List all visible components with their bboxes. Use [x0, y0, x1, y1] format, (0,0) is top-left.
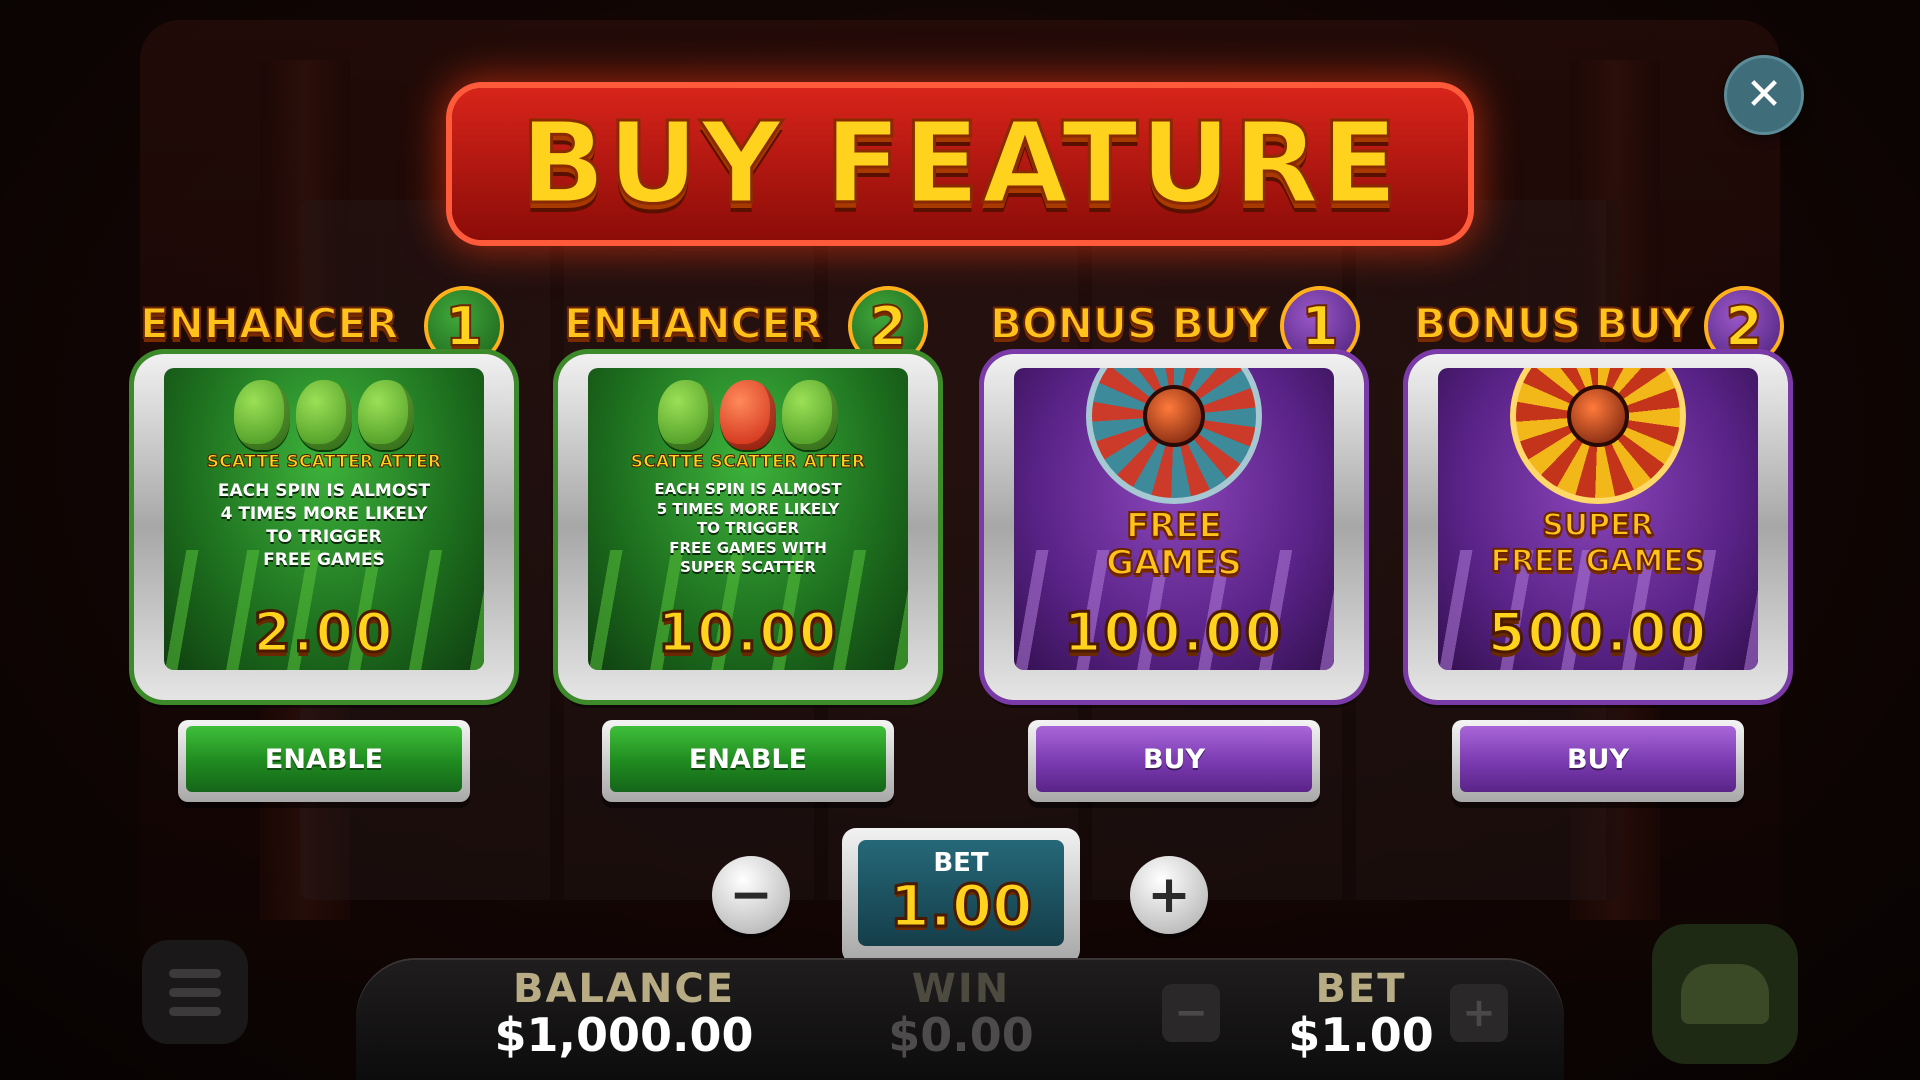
bonus-wheel-icon: [1510, 368, 1686, 504]
card-price: 500.00: [1486, 601, 1709, 664]
card-frame: SCATTE SCATTER ATTER EACH SPIN IS ALMOST…: [134, 354, 514, 700]
bet-label: BET: [1315, 966, 1407, 1012]
card-enhancer-1: ENHANCER 1 SCATTE SCATTER ATTER EACH SPI…: [134, 286, 514, 808]
card-header-label: ENHANCER: [563, 299, 824, 348]
bet-selector: BET 1.00: [842, 828, 1080, 964]
card-panel: FREE GAMES 100.00: [1014, 368, 1334, 670]
win-value: $0.00: [888, 1008, 1034, 1062]
card-header: ENHANCER 2: [558, 286, 938, 366]
minus-icon: −: [729, 865, 773, 925]
bonus-wheel-icon: [1086, 368, 1262, 504]
pepper-scatter-icons: [234, 380, 414, 450]
win-label: WIN: [911, 966, 1011, 1012]
buy-button-label: BUY: [1460, 726, 1736, 792]
card-frame: FREE GAMES 100.00: [984, 354, 1364, 700]
title-banner: BUY FEATURE: [452, 88, 1468, 240]
bet-value: 1.00: [888, 871, 1034, 940]
card-price: 2.00: [252, 601, 395, 664]
card-header-label: ENHANCER: [139, 299, 400, 348]
card-enhancer-2: ENHANCER 2 SCATTE SCATTER ATTER EACH SPI…: [558, 286, 938, 808]
plus-icon: +: [1462, 990, 1496, 1036]
card-bonus-buy-2: BONUS BUY 2 SUPER FREE GAMES 500.00 BUY: [1408, 286, 1788, 808]
card-header: BONUS BUY 1: [984, 286, 1364, 366]
buy-button-label: BUY: [1036, 726, 1312, 792]
enable-button[interactable]: ENABLE: [602, 720, 894, 802]
menu-icon-bar: [169, 968, 221, 978]
menu-button: [142, 940, 248, 1044]
enable-button-label: ENABLE: [186, 726, 462, 792]
buy-button[interactable]: BUY: [1452, 720, 1744, 802]
buy-button[interactable]: BUY: [1028, 720, 1320, 802]
card-frame: SUPER FREE GAMES 500.00: [1408, 354, 1788, 700]
page-title: BUY FEATURE: [519, 99, 1400, 229]
pepper-scatter-icon: [296, 380, 352, 450]
wheel-hub-icon: [1143, 385, 1205, 447]
card-header: ENHANCER 1: [134, 286, 514, 366]
bet-value: $1.00: [1288, 1008, 1434, 1062]
bottom-hud: BALANCE $1,000.00 WIN $0.00 − BET $1.00 …: [356, 960, 1564, 1080]
pepper-scatter-icon: [234, 380, 290, 450]
pepper-scatter-icon: [358, 380, 414, 450]
close-button[interactable]: ✕: [1724, 55, 1804, 135]
card-bonus-buy-1: BONUS BUY 1 FREE GAMES 100.00 BUY: [984, 286, 1364, 808]
card-header-label: BONUS BUY: [1413, 299, 1693, 348]
bet-increase-button[interactable]: +: [1130, 856, 1208, 934]
close-icon: ✕: [1745, 69, 1783, 120]
hud-bet-decrease-button: −: [1162, 984, 1220, 1042]
card-description: EACH SPIN IS ALMOST 4 TIMES MORE LIKELY …: [217, 481, 431, 570]
balance-value: $1,000.00: [494, 1008, 754, 1062]
hud-balance: BALANCE $1,000.00: [454, 968, 794, 1061]
pepper-scatter-icon: [782, 380, 838, 450]
game-logo-icon: [1652, 924, 1798, 1064]
hud-bet-increase-button: +: [1450, 984, 1508, 1042]
card-header-label: BONUS BUY: [989, 299, 1269, 348]
plus-icon: +: [1147, 865, 1191, 925]
pepper-scatter-icon: [658, 380, 714, 450]
enable-button[interactable]: ENABLE: [178, 720, 470, 802]
hud-win: WIN $0.00: [856, 968, 1066, 1061]
feature-name: FREE GAMES: [1105, 506, 1243, 583]
scatter-label: SCATTE SCATTER ATTER: [630, 452, 866, 473]
logo-shape: [1681, 964, 1769, 1024]
menu-icon-bar: [169, 1006, 221, 1016]
bet-display: BET 1.00: [858, 840, 1064, 946]
card-header: BONUS BUY 2: [1408, 286, 1788, 366]
hud-bet: BET $1.00: [1256, 968, 1466, 1061]
card-description: EACH SPIN IS ALMOST 5 TIMES MORE LIKELY …: [654, 480, 842, 576]
card-panel: SCATTE SCATTER ATTER EACH SPIN IS ALMOST…: [164, 368, 484, 670]
menu-icon-bar: [169, 987, 221, 997]
balance-label: BALANCE: [512, 966, 736, 1012]
card-panel: SUPER FREE GAMES 500.00: [1438, 368, 1758, 670]
super-scatter-pepper-icon: [720, 380, 776, 450]
feature-name: SUPER FREE GAMES: [1490, 507, 1707, 580]
card-frame: SCATTE SCATTER ATTER EACH SPIN IS ALMOST…: [558, 354, 938, 700]
scatter-label: SCATTE SCATTER ATTER: [206, 452, 442, 473]
minus-icon: −: [1174, 990, 1208, 1036]
card-price: 100.00: [1062, 601, 1285, 664]
pepper-scatter-icons: [658, 380, 838, 450]
bet-decrease-button[interactable]: −: [712, 856, 790, 934]
card-panel: SCATTE SCATTER ATTER EACH SPIN IS ALMOST…: [588, 368, 908, 670]
card-price: 10.00: [656, 601, 839, 664]
enable-button-label: ENABLE: [610, 726, 886, 792]
wheel-hub-icon: [1567, 385, 1629, 447]
